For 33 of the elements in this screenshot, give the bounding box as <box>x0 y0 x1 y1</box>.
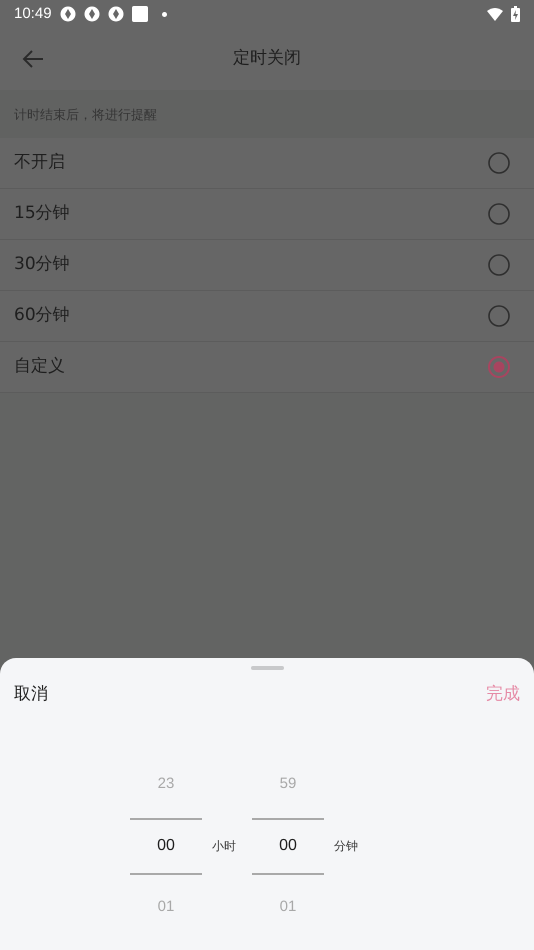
picker-option[interactable]: 59 <box>280 752 296 818</box>
option-row[interactable]: 自定义 <box>0 342 534 392</box>
drag-handle[interactable] <box>250 666 284 670</box>
picker-option[interactable]: 01 <box>280 874 296 940</box>
radio-button[interactable] <box>488 152 510 174</box>
option-label: 不开启 <box>14 150 65 174</box>
picker-value[interactable]: 00 <box>252 818 324 874</box>
page-title: 定时关闭 <box>233 47 301 70</box>
battery-icon <box>511 6 520 22</box>
option-label: 自定义 <box>14 354 65 378</box>
picker-value[interactable]: 00 <box>130 818 202 874</box>
unit-label: 小时 <box>212 839 236 853</box>
square-icon <box>132 6 148 22</box>
aperture-icon <box>84 6 100 22</box>
option-label: 30分钟 <box>14 252 70 276</box>
clock-time: 10:49 <box>14 4 52 24</box>
unit-label: 分钟 <box>334 839 358 853</box>
option-row[interactable]: 15分钟 <box>0 188 534 240</box>
wifi-icon <box>487 8 503 20</box>
radio-button[interactable] <box>488 254 510 276</box>
aperture-icon <box>60 6 76 22</box>
picker-option[interactable]: 01 <box>158 874 174 940</box>
radio-button[interactable] <box>488 202 510 224</box>
picker-option[interactable]: 23 <box>158 752 174 818</box>
option-row[interactable]: 60分钟 <box>0 290 534 342</box>
option-label: 15分钟 <box>14 202 70 225</box>
cancel-button[interactable]: 取消 <box>14 682 48 708</box>
option-row[interactable]: 30分钟 <box>0 240 534 290</box>
radio-button[interactable] <box>488 356 510 378</box>
radio-button[interactable] <box>488 304 510 326</box>
option-label: 60分钟 <box>14 304 70 327</box>
dot-icon <box>162 12 167 16</box>
aperture-icon <box>108 6 124 22</box>
